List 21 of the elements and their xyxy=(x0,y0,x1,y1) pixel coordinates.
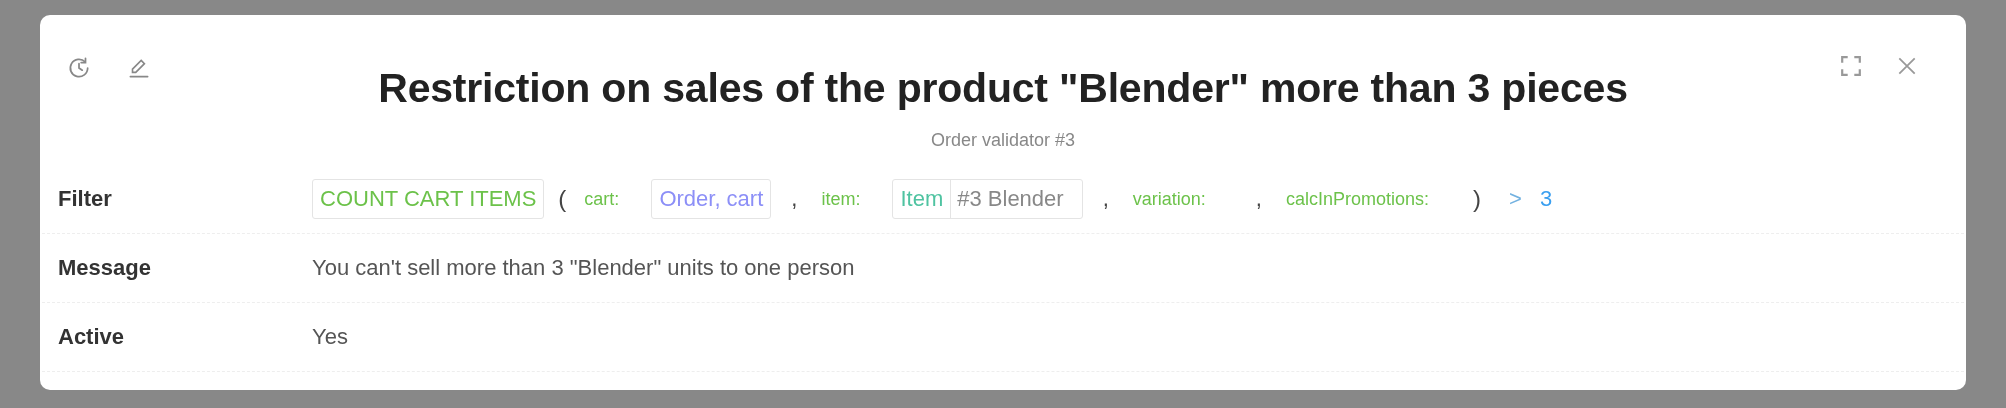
operator: > xyxy=(1508,186,1523,212)
dialog-subtitle: Order validator #3 xyxy=(930,130,1076,151)
parenthesis: ( xyxy=(557,185,568,213)
comma: , xyxy=(790,186,799,212)
parameter-label: item: xyxy=(820,188,862,210)
parameter-label: variation: xyxy=(1131,188,1207,210)
number: 3 xyxy=(1538,186,1554,212)
parenthesis: ) xyxy=(1472,185,1482,213)
field-value: You can't sell more than 3 "Blender" units to one person xyxy=(312,255,855,281)
comma: , xyxy=(1254,186,1263,212)
function-name: COUNT CART ITEMS xyxy=(312,179,545,219)
parameter-value: Order, cart xyxy=(651,179,772,219)
comma: , xyxy=(1101,186,1110,212)
dialog-title: Restriction on sales of the product "Blender" more than 3 pieces xyxy=(378,65,1628,112)
parameter-label: cart: xyxy=(583,188,621,210)
entity-reference: Item #3 Blender xyxy=(892,179,1083,219)
field-label: Filter xyxy=(57,186,113,212)
field-value: Yes xyxy=(312,324,348,350)
parameter-label: calcInPromotions: xyxy=(1284,188,1430,210)
field-label: Message xyxy=(57,255,152,281)
field-label: Active xyxy=(57,324,126,350)
